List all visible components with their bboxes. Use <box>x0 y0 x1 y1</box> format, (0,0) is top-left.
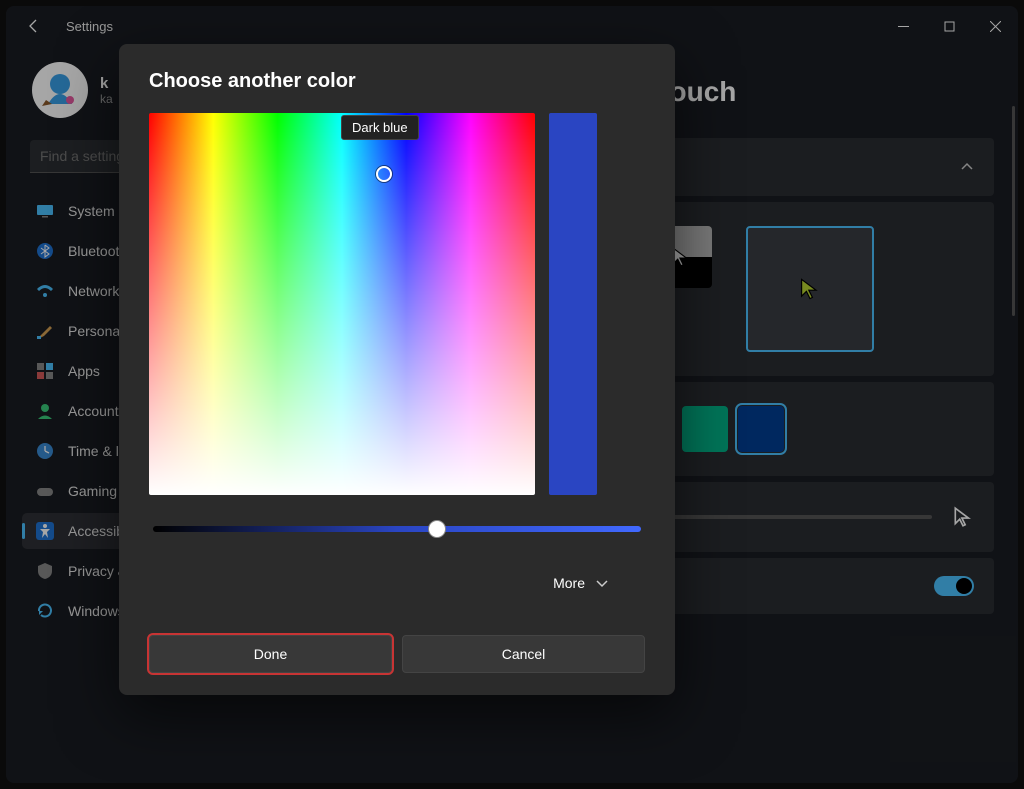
saturation-value-panel[interactable]: Dark blue <box>149 113 535 495</box>
sv-cursor[interactable] <box>376 166 392 182</box>
more-toggle[interactable]: More <box>149 575 645 591</box>
value-thumb[interactable] <box>428 520 446 538</box>
chevron-down-icon <box>595 576 609 590</box>
color-tooltip: Dark blue <box>341 115 419 140</box>
cancel-button[interactable]: Cancel <box>402 635 645 673</box>
value-slider[interactable] <box>149 519 645 539</box>
done-button[interactable]: Done <box>149 635 392 673</box>
dialog-title: Choose another color <box>149 70 645 93</box>
color-preview <box>549 113 597 495</box>
color-picker-dialog: Choose another color Dark blue More Done… <box>119 44 675 695</box>
settings-window: Settings k ka System <box>6 6 1018 783</box>
